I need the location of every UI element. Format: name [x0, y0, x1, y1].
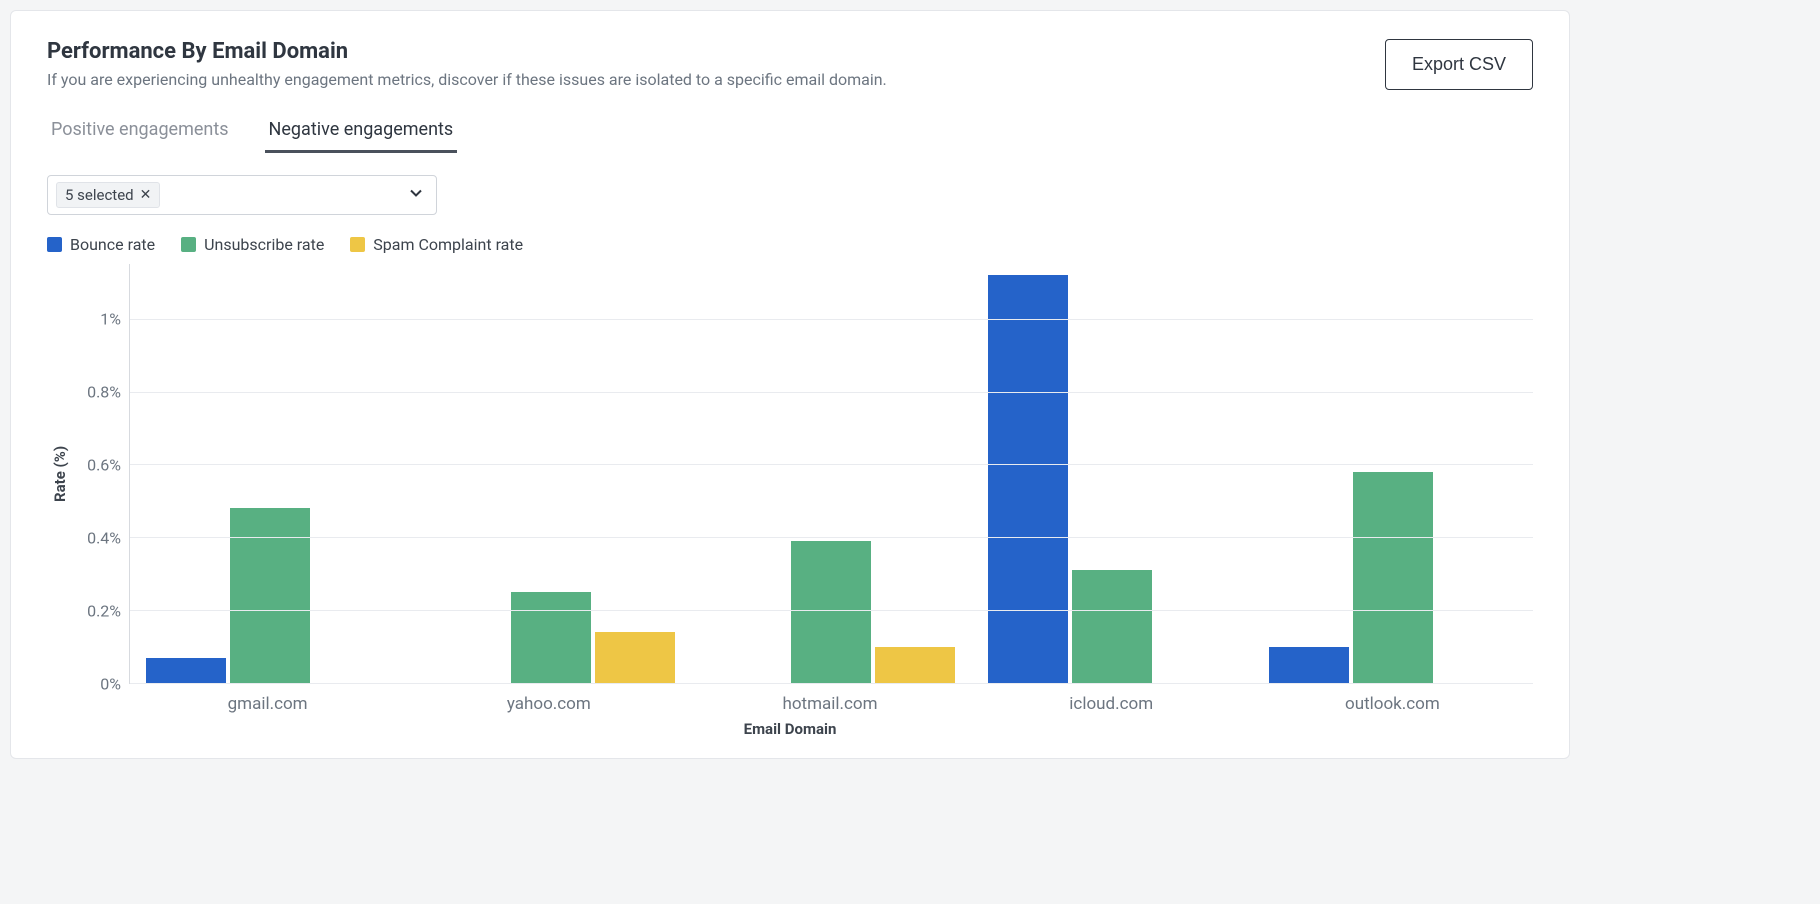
bar[interactable]: [791, 541, 871, 683]
legend-label: Bounce rate: [70, 235, 155, 254]
y-tick-label: 1%: [100, 309, 121, 328]
y-tick-label: 0.8%: [87, 382, 121, 401]
bar[interactable]: [1353, 472, 1433, 683]
chart-area: Rate (%) 0%0.2%0.4%0.6%0.8%1%: [47, 264, 1533, 684]
chevron-down-icon: [408, 185, 424, 205]
legend-item-bounce[interactable]: Bounce rate: [47, 235, 155, 254]
x-tick-label: icloud.com: [971, 684, 1252, 714]
chart-legend: Bounce rate Unsubscribe rate Spam Compla…: [47, 235, 1533, 254]
y-tick-label: 0%: [100, 675, 121, 694]
y-tick-label: 0.2%: [87, 601, 121, 620]
bar-groups: [130, 264, 1533, 683]
legend-swatch-bounce: [47, 237, 62, 252]
y-axis-label: Rate (%): [47, 264, 73, 684]
y-axis-ticks: 0%0.2%0.4%0.6%0.8%1%: [73, 264, 129, 684]
bar[interactable]: [146, 658, 226, 684]
legend-swatch-spam: [350, 237, 365, 252]
legend-label: Spam Complaint rate: [373, 235, 523, 254]
gridline: [130, 610, 1533, 611]
x-tick-label: yahoo.com: [408, 684, 689, 714]
x-tick-label: gmail.com: [127, 684, 408, 714]
filter-chip-label: 5 selected: [65, 186, 134, 204]
bar-group: [972, 264, 1253, 683]
bar-group: [1252, 264, 1533, 683]
bar-group: [130, 264, 411, 683]
card-header: Performance By Email Domain If you are e…: [47, 39, 1533, 113]
tab-positive-engagements[interactable]: Positive engagements: [47, 113, 233, 153]
export-csv-button[interactable]: Export CSV: [1385, 39, 1533, 90]
gridline: [130, 464, 1533, 465]
bar[interactable]: [1269, 647, 1349, 683]
legend-label: Unsubscribe rate: [204, 235, 324, 254]
domain-filter-select[interactable]: 5 selected ✕: [47, 175, 437, 215]
x-axis-labels-row: gmail.comyahoo.comhotmail.comicloud.como…: [47, 684, 1533, 714]
y-tick-label: 0.4%: [87, 528, 121, 547]
legend-item-spam[interactable]: Spam Complaint rate: [350, 235, 523, 254]
close-icon[interactable]: ✕: [140, 187, 152, 203]
x-tick-label: outlook.com: [1252, 684, 1533, 714]
plot-area: [129, 264, 1533, 684]
filter-chip[interactable]: 5 selected ✕: [56, 182, 160, 208]
gridline: [130, 319, 1533, 320]
card-title: Performance By Email Domain: [47, 39, 887, 64]
gridline: [130, 537, 1533, 538]
gridline: [130, 392, 1533, 393]
gridline: [130, 683, 1533, 684]
legend-swatch-unsubscribe: [181, 237, 196, 252]
legend-item-unsubscribe[interactable]: Unsubscribe rate: [181, 235, 324, 254]
x-axis-title: Email Domain: [47, 720, 1533, 738]
bar[interactable]: [1072, 570, 1152, 683]
bar[interactable]: [875, 647, 955, 683]
engagement-tabs: Positive engagements Negative engagement…: [47, 113, 1533, 153]
header-text-block: Performance By Email Domain If you are e…: [47, 39, 887, 113]
y-tick-label: 0.6%: [87, 455, 121, 474]
tab-negative-engagements[interactable]: Negative engagements: [265, 113, 458, 153]
bar-group: [691, 264, 972, 683]
bar[interactable]: [511, 592, 591, 683]
x-tick-label: hotmail.com: [689, 684, 970, 714]
bar[interactable]: [988, 275, 1068, 683]
card-subtitle: If you are experiencing unhealthy engage…: [47, 70, 887, 89]
performance-card: Performance By Email Domain If you are e…: [10, 10, 1570, 759]
bar-group: [411, 264, 692, 683]
bar[interactable]: [595, 632, 675, 683]
bar[interactable]: [230, 508, 310, 683]
